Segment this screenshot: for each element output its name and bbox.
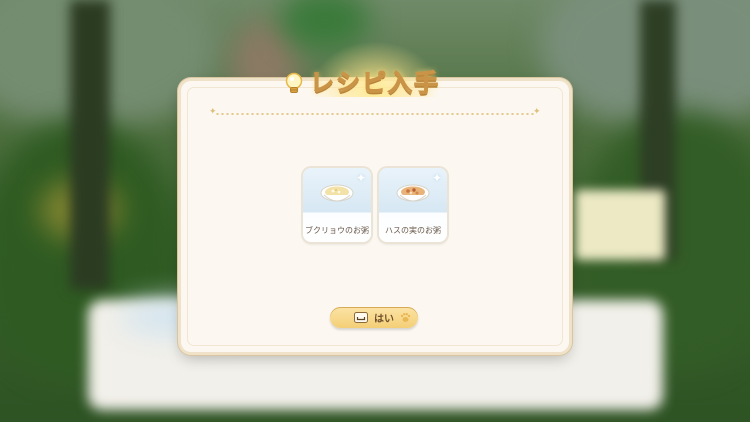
title-divider: ✦ ✦ <box>209 108 541 117</box>
recipe-obtained-dialog: レシピ入手 ✦ ✦ ✦ ブクリョウのお粥 ✦ ハスの実のお粥 はい <box>181 37 569 352</box>
lightbulb-icon <box>285 72 303 93</box>
confirm-yes-label: はい <box>374 314 394 325</box>
dialog-header: レシピ入手 <box>181 37 569 103</box>
dialog-title-text: レシピ入手 <box>309 68 440 97</box>
divider-star-icon: ✦ <box>209 107 217 117</box>
space-key-icon <box>354 312 368 323</box>
confirm-yes-button[interactable]: はい <box>330 307 418 328</box>
dialog-title: レシピ入手 <box>285 63 440 103</box>
recipe-name: ブクリョウのお粥 <box>305 226 369 235</box>
sparkle-icon: ✦ <box>431 171 442 185</box>
recipe-card-bukuryo[interactable]: ✦ ブクリョウのお粥 <box>303 168 371 242</box>
recipe-name: ハスの実のお粥 <box>385 226 441 235</box>
recipe-card-lotus-seed[interactable]: ✦ ハスの実のお粥 <box>379 168 447 242</box>
sparkle-icon: ✦ <box>355 171 366 185</box>
paw-icon <box>400 313 411 322</box>
porridge-bowl-icon <box>396 184 430 202</box>
divider-star-icon: ✦ <box>533 107 541 117</box>
porridge-bowl-icon <box>320 184 354 202</box>
